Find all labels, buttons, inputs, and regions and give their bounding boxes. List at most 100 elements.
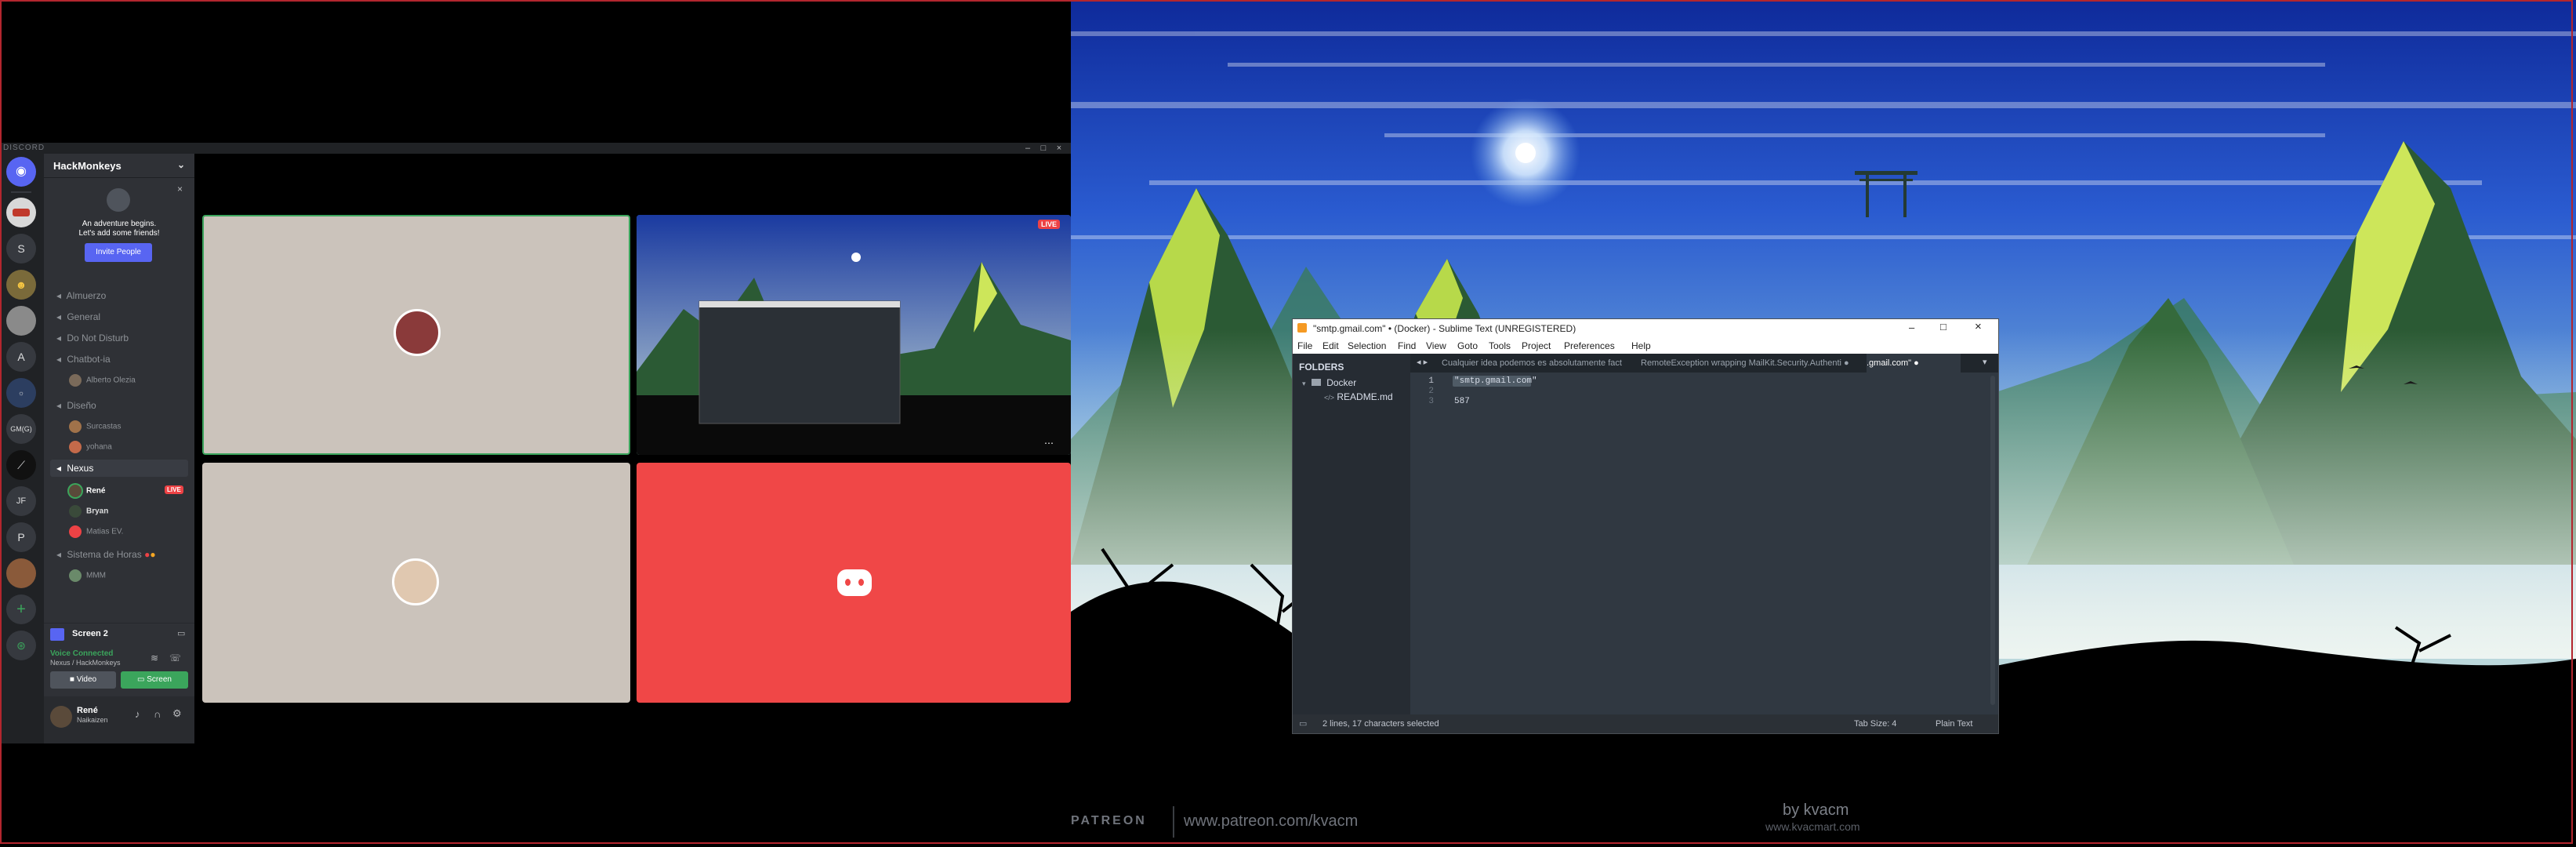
settings-gear-icon[interactable]: ⚙ (172, 707, 182, 720)
microphone-icon[interactable]: ♪ (135, 708, 140, 720)
voice-icon: ◂ (56, 463, 62, 474)
member-mmm[interactable]: MMM (69, 569, 106, 582)
disconnect-icon[interactable]: ☏ (169, 653, 181, 663)
server-icon-6[interactable]: ☼ (6, 378, 36, 408)
tab-1[interactable]: Cualquier idea podemos es absolutamente … (1442, 354, 1630, 373)
server-icon-p[interactable]: P (6, 522, 36, 552)
channel-diseno[interactable]: ◂ Diseño (56, 400, 96, 411)
member-surcastas[interactable]: Surcastas (69, 420, 121, 433)
menu-preferences[interactable]: Preferences (1564, 340, 1615, 351)
member-bryan[interactable]: Bryan (69, 505, 108, 518)
minimize-icon[interactable]: – (1022, 143, 1033, 154)
server-icon-gm[interactable]: GM(G) (6, 414, 36, 444)
tab-nav-arrows-icon[interactable]: ◂ ▸ (1417, 357, 1428, 367)
avatar (392, 558, 439, 605)
server-separator (11, 191, 31, 193)
member-yohana[interactable]: yohana (69, 441, 112, 453)
menu-find[interactable]: Find (1398, 340, 1416, 351)
tab-active[interactable]: .gmail.com" ● (1867, 354, 1961, 373)
menu-project[interactable]: Project (1522, 340, 1551, 351)
channel-chatbot-ia[interactable]: ◂ Chatbot-ia (56, 354, 111, 365)
member-alberto[interactable]: Alberto Olezia (69, 374, 136, 387)
voice-status: Voice Connected (50, 649, 114, 658)
voice-icon: ◂ (56, 354, 62, 365)
unsaved-dot-icon[interactable]: ● (1914, 358, 1919, 368)
member-rene[interactable]: René (69, 485, 105, 497)
channel-almuerzo[interactable]: ◂ Almuerzo (56, 290, 106, 301)
maximize-icon[interactable]: □ (1038, 143, 1049, 154)
server-icon-8[interactable]: ⟋ (6, 450, 36, 480)
selection-status: 2 lines, 17 characters selected (1322, 719, 1439, 729)
stream-preview (637, 215, 1071, 455)
close-icon[interactable]: × (1975, 320, 1982, 333)
editor[interactable]: 1 "smtp.gmail.com" 2 3 587 (1410, 373, 1998, 714)
voice-icon: ◂ (56, 549, 62, 560)
scrollbar[interactable] (1990, 376, 1995, 705)
gutter (1410, 373, 1449, 714)
stream-tile[interactable]: LIVE ⋯ (637, 215, 1071, 455)
live-badge: LIVE (1038, 220, 1061, 229)
menu-selection[interactable]: Selection (1348, 340, 1386, 351)
menu-tools[interactable]: Tools (1489, 340, 1511, 351)
discord-home-icon[interactable]: ◉ (6, 157, 36, 187)
headphones-icon[interactable]: ∩ (154, 708, 161, 720)
server-icon-jf[interactable]: JF (6, 486, 36, 516)
close-icon[interactable]: × (1054, 143, 1065, 154)
minimize-icon[interactable]: – (1909, 322, 1914, 333)
server-name: HackMonkeys (53, 160, 122, 172)
invite-people-button[interactable]: Invite People (85, 243, 152, 262)
menu-goto[interactable]: Goto (1457, 340, 1478, 351)
more-options-icon[interactable]: ⋯ (1044, 438, 1054, 449)
menu-help[interactable]: Help (1631, 340, 1651, 351)
tab-size-status[interactable]: Tab Size: 4 (1854, 714, 1896, 733)
channel-general[interactable]: ◂ General (56, 311, 100, 322)
voice-channel-path[interactable]: Nexus / HackMonkeys (50, 659, 121, 667)
syntax-status[interactable]: Plain Text (1936, 714, 1973, 733)
user-panel: René Naikaizen ♪ ∩ ⚙ (44, 696, 194, 743)
server-icon-a[interactable]: A (6, 342, 36, 372)
panel-toggle-icon[interactable]: ▭ (1299, 714, 1307, 733)
folders-header: FOLDERS (1299, 362, 1344, 373)
discord-window: DISCORD – □ × ◉ S ☻ A ☼ GM(G) ⟋ JF P + ⊛… (0, 143, 1071, 743)
line-number: 1 (1428, 376, 1434, 386)
close-icon[interactable]: × (177, 184, 183, 194)
server-icon-s[interactable]: S (6, 234, 36, 264)
member-matias[interactable]: Matias EV. (69, 525, 123, 538)
server-header[interactable]: HackMonkeys ⌄ (44, 154, 194, 178)
video-tile-user-3[interactable] (637, 463, 1071, 703)
avatar (69, 441, 82, 453)
server-icon-4[interactable] (6, 306, 36, 336)
server-icon-3[interactable]: ☻ (6, 270, 36, 300)
menu-file[interactable]: File (1297, 340, 1312, 351)
tab-2[interactable]: RemoteException wrapping MailKit.Securit… (1641, 354, 1857, 373)
sublime-titlebar: "smtp.gmail.com" • (Docker) - Sublime Te… (1293, 319, 1998, 338)
channel-nexus[interactable]: ◂ Nexus (56, 463, 93, 474)
tab-dropdown-icon[interactable]: ▾ (1983, 357, 1987, 367)
file-readme[interactable]: </> README.md (1324, 391, 1393, 402)
file-icon: </> (1324, 394, 1335, 402)
video-button[interactable]: ■ Video (50, 671, 116, 689)
code-line: 587 (1454, 397, 1470, 406)
noise-suppression-icon[interactable]: ≋ (151, 653, 158, 663)
explore-servers-icon[interactable]: ⊛ (6, 631, 36, 660)
menu-view[interactable]: View (1426, 340, 1446, 351)
patreon-url: www.patreon.com/kvacm (1184, 812, 1359, 830)
close-icon[interactable]: ● (1844, 358, 1849, 368)
screen-button[interactable]: ▭ Screen (121, 671, 188, 689)
code-line: "smtp.gmail.com" (1454, 376, 1537, 386)
video-tile-user-2[interactable] (202, 463, 630, 703)
voice-icon: ◂ (56, 333, 62, 344)
folder-docker[interactable]: ▾ Docker (1302, 377, 1356, 388)
add-server-icon[interactable]: + (6, 594, 36, 624)
server-icon-11[interactable] (6, 558, 36, 588)
avatar[interactable] (50, 706, 72, 728)
menu-edit[interactable]: Edit (1322, 340, 1339, 351)
channel-sistema-horas[interactable]: ◂ Sistema de Horas ●● (56, 549, 156, 560)
video-tile-user-1[interactable] (202, 215, 630, 455)
screen-icon[interactable]: ▭ (177, 628, 185, 638)
server-icon-1[interactable] (6, 198, 36, 227)
channel-do-not-disturb[interactable]: ◂ Do Not Disturb (56, 333, 129, 344)
maximize-icon[interactable]: □ (1940, 321, 1947, 333)
discord-title: DISCORD (3, 144, 45, 152)
discord-titlebar: DISCORD – □ × (0, 143, 1071, 154)
